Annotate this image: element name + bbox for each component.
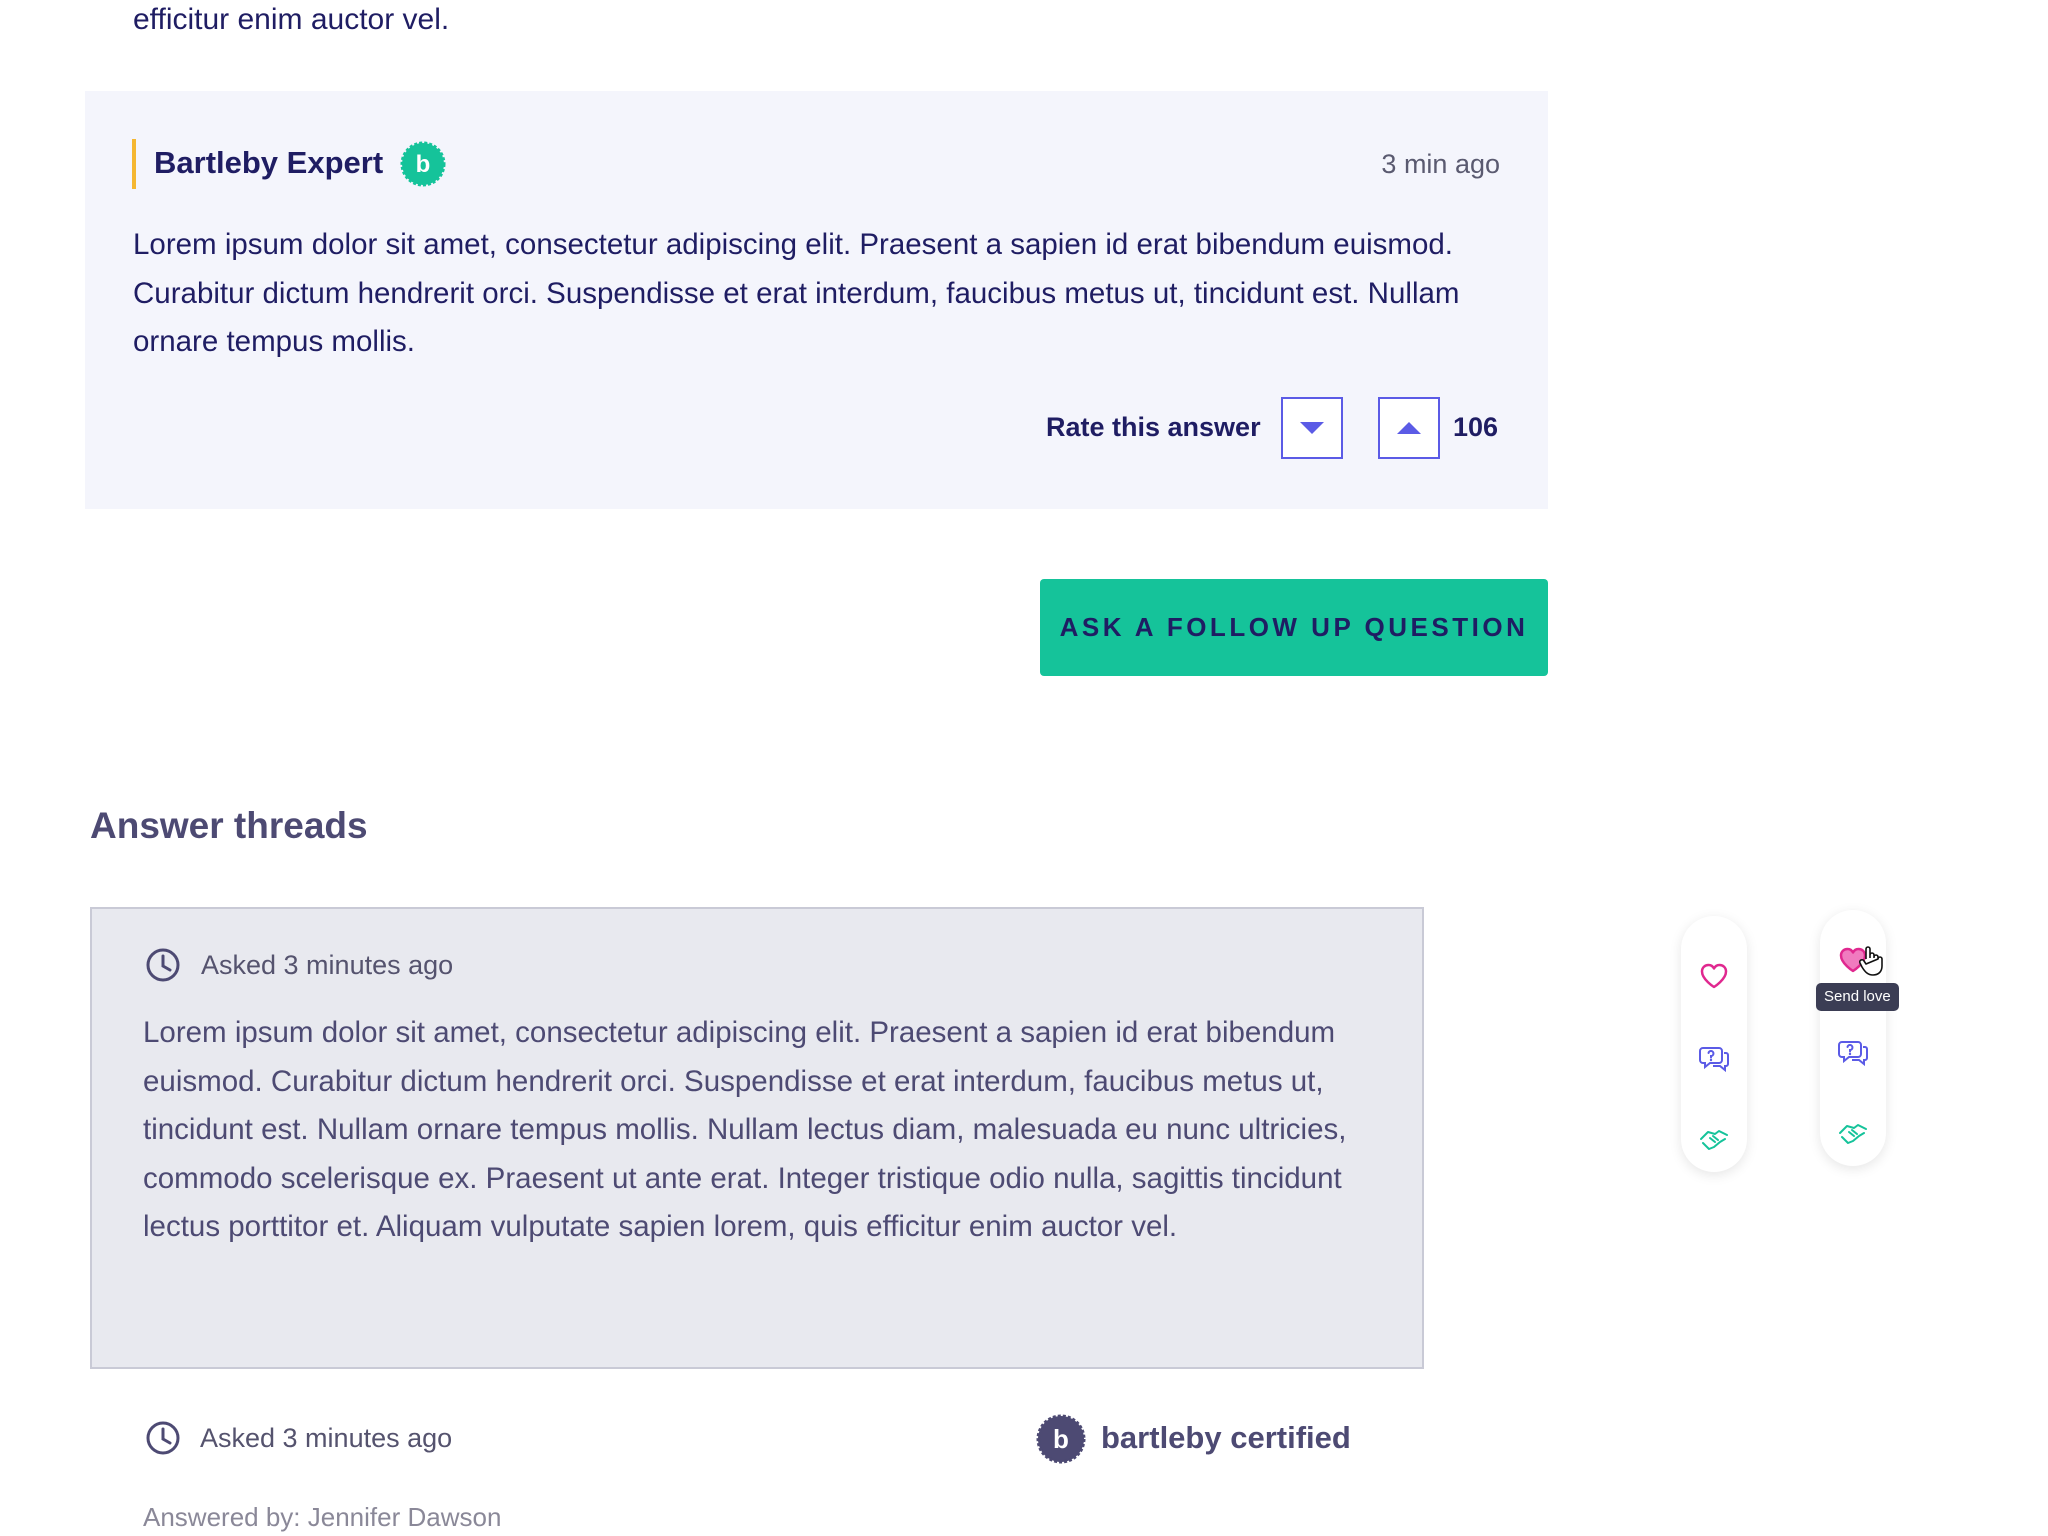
ask-follow-up-button[interactable]: ASK A FOLLOW UP QUESTION: [1040, 579, 1548, 676]
clock-icon: [146, 948, 180, 982]
previous-answer-tail: efficitur enim auctor vel.: [133, 3, 450, 36]
answered-by: Answered by: Jennifer Dawson: [143, 1502, 502, 1532]
rate-answer-label: Rate this answer: [1046, 412, 1261, 442]
caret-up-icon: [1397, 422, 1421, 434]
action-rail: [1681, 916, 1747, 1172]
thread-card: Asked 3 minutes ago Lorem ipsum dolor si…: [90, 907, 1424, 1369]
caret-down-icon: [1300, 422, 1324, 434]
hand-cursor-icon: [1858, 946, 1883, 976]
clock-icon: [146, 1421, 180, 1455]
answer-threads-title: Answer threads: [90, 805, 368, 846]
downvote-button[interactable]: [1281, 397, 1343, 459]
send-love-tooltip: Send love: [1816, 983, 1899, 1011]
bartleby-badge-icon: b: [400, 141, 446, 187]
handshake-icon[interactable]: [1698, 1122, 1730, 1154]
expert-accent-bar: [132, 139, 136, 189]
handshake-icon[interactable]: [1837, 1116, 1869, 1148]
svg-text:b: b: [1053, 1424, 1069, 1454]
question-chat-icon[interactable]: [1837, 1036, 1869, 1068]
thread-question-body: Lorem ipsum dolor sit amet, consectetur …: [143, 1016, 1347, 1243]
answer-timestamp: 3 min ago: [1381, 149, 1500, 179]
vote-count: 106: [1453, 412, 1499, 442]
bartleby-certified-icon: b: [1036, 1414, 1086, 1464]
answer-body: Lorem ipsum dolor sit amet, consectetur …: [133, 228, 1460, 358]
svg-text:b: b: [416, 151, 431, 178]
thread-asked-time: Asked 3 minutes ago: [201, 950, 454, 980]
heart-outline-icon[interactable]: [1698, 960, 1730, 992]
expert-name: Bartleby Expert: [154, 145, 384, 180]
question-chat-icon[interactable]: [1698, 1042, 1730, 1074]
certified-label: bartleby certified: [1101, 1420, 1351, 1455]
footer-asked-time: Asked 3 minutes ago: [200, 1423, 453, 1453]
upvote-button[interactable]: [1378, 397, 1440, 459]
expert-answer-card: Bartleby Expert b 3 min ago Lorem ipsum …: [85, 91, 1548, 509]
